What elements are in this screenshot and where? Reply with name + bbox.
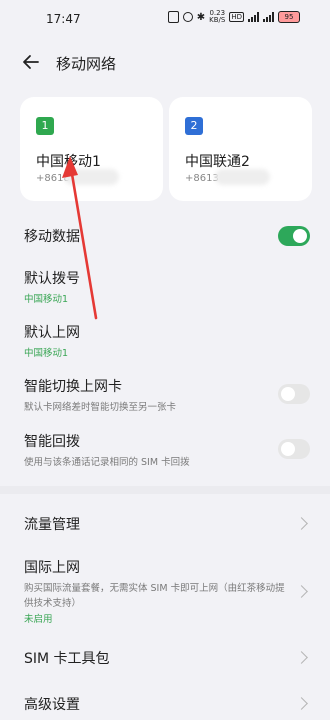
row-title: 默认拨号 (24, 271, 80, 287)
status-time: 17:47 (46, 12, 81, 26)
sim-slot-badge: 2 (185, 117, 203, 135)
battery-icon: 95 (278, 11, 300, 23)
row-title: 智能回拨 (24, 434, 80, 450)
back-arrow-icon[interactable] (22, 53, 40, 71)
row-title: SIM 卡工具包 (24, 651, 110, 667)
smart-switch-row[interactable]: 智能切换上网卡 默认卡网络差时智能切换至另一张卡 (24, 376, 310, 415)
row-subtitle: 购买国际流量套餐，无需实体 SIM 卡即可上网（由红茶移动提供技术支持） (24, 583, 285, 609)
status-bar: 17:47 ✱ 0.23 KB/S HD 95 (0, 0, 330, 40)
sim-slot-badge: 1 (36, 117, 54, 135)
row-subtitle: 中国移动1 (24, 294, 69, 305)
row-status: 未启用 (24, 614, 53, 625)
sim-card-2[interactable]: 2 中国联通2 +8613 (169, 97, 312, 201)
row-title: 默认上网 (24, 325, 80, 341)
smart-callback-row[interactable]: 智能回拨 使用与该条通话记录相同的 SIM 卡回拨 (24, 431, 310, 470)
network-speed: 0.23 KB/S (209, 9, 226, 24)
sim-carrier-name: 中国联通2 (185, 154, 250, 170)
smart-callback-toggle[interactable] (278, 439, 310, 459)
row-title: 国际上网 (24, 560, 80, 576)
number-redaction (64, 169, 119, 185)
sim-toolkit-row[interactable]: SIM 卡工具包 (24, 648, 310, 668)
status-icons: ✱ 0.23 KB/S HD 95 (167, 9, 300, 24)
default-call-row[interactable]: 默认拨号 中国移动1 (24, 268, 310, 307)
bluetooth-icon: ✱ (196, 11, 206, 23)
row-title: 高级设置 (24, 697, 80, 713)
row-title: 智能切换上网卡 (24, 379, 122, 395)
row-subtitle: 使用与该条通话记录相同的 SIM 卡回拨 (24, 457, 190, 468)
signal-2-icon (263, 12, 274, 22)
signal-icon (248, 12, 259, 22)
traffic-management-row[interactable]: 流量管理 (24, 514, 310, 534)
section-divider (0, 486, 330, 494)
number-redaction (215, 169, 270, 185)
row-title: 移动数据 (24, 229, 80, 245)
default-internet-row[interactable]: 默认上网 中国移动1 (24, 322, 310, 361)
smart-switch-toggle[interactable] (278, 384, 310, 404)
sim-card-1[interactable]: 1 中国移动1 +8618 (20, 97, 163, 201)
page-title: 移动网络 (56, 55, 117, 73)
chevron-right-icon (295, 585, 308, 598)
page-header: 移动网络 (0, 48, 330, 78)
advanced-settings-row[interactable]: 高级设置 (24, 694, 310, 714)
mobile-data-toggle[interactable] (278, 226, 310, 246)
row-title: 流量管理 (24, 517, 80, 533)
sim-carrier-name: 中国移动1 (36, 154, 101, 170)
row-subtitle: 默认卡网络差时智能切换至另一张卡 (24, 402, 177, 413)
alarm-icon (182, 12, 193, 22)
row-subtitle: 中国移动1 (24, 348, 69, 359)
hd-icon: HD (229, 12, 244, 22)
nfc-icon (167, 11, 179, 23)
mobile-data-row[interactable]: 移动数据 (24, 226, 310, 248)
international-roaming-row[interactable]: 国际上网 购买国际流量套餐，无需实体 SIM 卡即可上网（由红茶移动提供技术支持… (24, 557, 310, 627)
sim-phone-number: +8613 (185, 173, 219, 184)
